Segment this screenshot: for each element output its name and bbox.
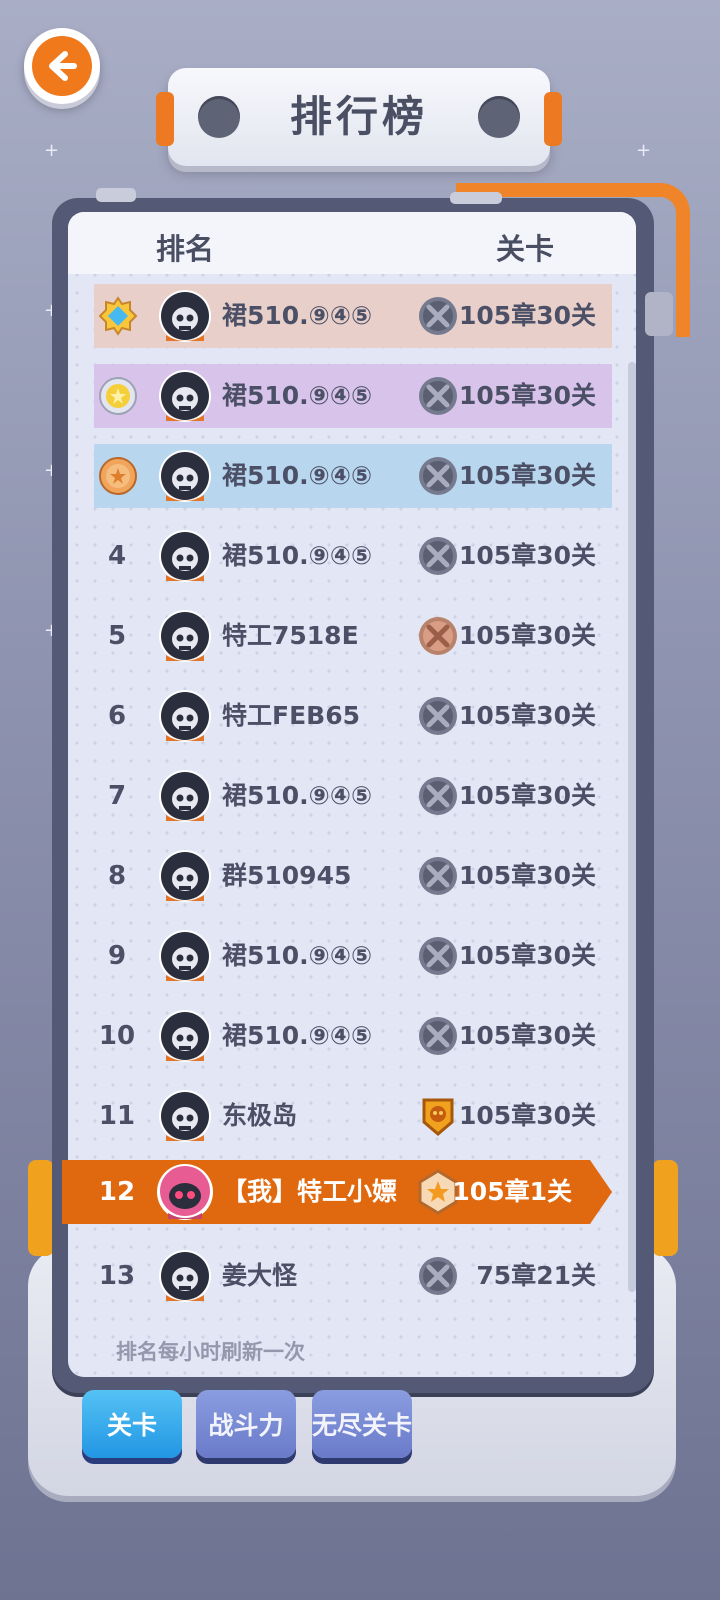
skull-badge-icon [418,296,458,336]
back-button[interactable] [24,28,100,104]
rank-number: 7 [107,781,127,811]
skull-badge-icon [418,776,458,816]
skull-badge-icon [418,1256,458,1296]
rank-number: 10 [98,1021,136,1051]
leaderboard-row[interactable]: 4 裙510.⑨④⑤ 105章30关 [68,524,636,588]
sparkle-decoration: + [44,140,60,161]
player-name: 群510945 [222,861,352,890]
my-rank-row[interactable]: 12 【我】特工小嫖 105章1关 [62,1160,612,1224]
leaderboard-row[interactable]: 13 姜大怪 75章21关 [68,1244,636,1308]
skull-avatar-icon [158,689,212,743]
rank-number: 5 [107,621,127,651]
skull-avatar-icon [158,1009,212,1063]
level-progress: 105章30关 [459,701,596,730]
tab-label: 关卡 [106,1411,157,1440]
leaderboard-row[interactable]: 9 裙510.⑨④⑤ 105章30关 [68,924,636,988]
level-progress: 105章30关 [459,461,596,490]
level-progress: 105章30关 [459,941,596,970]
player-name: 裙510.⑨④⑤ [222,381,373,410]
skull-avatar-icon [158,449,212,503]
bronze-skull-badge-icon [418,616,458,656]
rank-number: 8 [107,861,127,891]
skull-avatar-icon [158,849,212,903]
player-name: 裙510.⑨④⑤ [222,781,373,810]
header-rank: 排名 [156,232,215,266]
level-progress: 105章30关 [459,621,596,650]
level-progress: 105章30关 [459,1101,596,1130]
tray-side-tab [28,1160,54,1256]
level-progress: 105章30关 [459,301,596,330]
level-progress: 105章30关 [459,381,596,410]
rank-number: 9 [107,941,127,971]
rank-number: 13 [98,1261,136,1291]
player-name: 特工FEB65 [222,701,361,730]
pipe-cap [645,292,673,336]
back-arrow-icon [49,51,77,81]
skull-avatar-icon [158,529,212,583]
table-header: 排名 关卡 [68,212,636,274]
skull-avatar-icon [158,929,212,983]
tab-power[interactable]: 战斗力 [196,1390,296,1458]
gold-medal-icon [98,376,138,416]
skull-badge-icon [418,536,458,576]
player-name: 裙510.⑨④⑤ [222,461,373,490]
player-name: 东极岛 [222,1101,298,1130]
level-progress: 105章30关 [459,1021,596,1050]
tab-label: 战斗力 [208,1411,284,1440]
skull-badge-icon [418,936,458,976]
skull-badge-icon [418,1016,458,1056]
player-name: 裙510.⑨④⑤ [222,301,373,330]
diamond-medal-icon [98,296,138,336]
leaderboard-row[interactable]: 裙510.⑨④⑤ 105章30关 [68,284,636,348]
rank-number: 12 [98,1177,136,1207]
pink-avatar-icon [157,1164,213,1220]
title-plate: 排行榜 [156,68,562,166]
player-name: 裙510.⑨④⑤ [222,941,373,970]
rank-number: 11 [98,1101,136,1131]
level-progress: 105章30关 [459,541,596,570]
skull-avatar-icon [158,369,212,423]
player-name: 姜大怪 [222,1261,298,1290]
skull-avatar-icon [158,1249,212,1303]
leaderboard-row[interactable]: 8 群510945 105章30关 [68,844,636,908]
tab-endless[interactable]: 无尽关卡 [312,1390,412,1458]
level-progress: 75章21关 [476,1261,596,1290]
page-title: 排行榜 [289,92,428,141]
skull-avatar-icon [158,289,212,343]
tray-side-tab [652,1160,678,1256]
player-name: 特工7518E [222,621,359,650]
skull-avatar-icon [158,1089,212,1143]
rank-number: 4 [107,541,127,571]
level-progress: 105章30关 [459,781,596,810]
player-name: 【我】特工小嫖 [222,1177,398,1206]
level-progress: 105章1关 [452,1177,572,1206]
level-progress: 105章30关 [459,861,596,890]
leaderboard-row[interactable]: 10 裙510.⑨④⑤ 105章30关 [68,1004,636,1068]
leaderboard-row[interactable]: 7 裙510.⑨④⑤ 105章30关 [68,764,636,828]
tab-stages[interactable]: 关卡 [82,1390,182,1458]
rank-number: 6 [107,701,127,731]
tab-label: 无尽关卡 [312,1411,413,1440]
player-name: 裙510.⑨④⑤ [222,541,373,570]
skull-badge-icon [418,856,458,896]
bronze-medal-icon [98,456,138,496]
leaderboard-row[interactable]: 裙510.⑨④⑤ 105章30关 [68,444,636,508]
sparkle-decoration: + [636,140,652,161]
skull-avatar-icon [158,769,212,823]
skull-badge-icon [418,376,458,416]
refresh-note: 排名每小时刷新一次 [116,1340,305,1364]
leaderboard-row[interactable]: 裙510.⑨④⑤ 105章30关 [68,364,636,428]
gold-shield-badge-icon [418,1096,458,1136]
header-level: 关卡 [496,232,555,266]
skull-badge-icon [418,456,458,496]
skull-badge-icon [418,696,458,736]
leaderboard-row[interactable]: 6 特工FEB65 105章30关 [68,684,636,748]
leaderboard-row[interactable]: 5 特工7518E 105章30关 [68,604,636,668]
leaderboard-row[interactable]: 11 东极岛 105章30关 [68,1084,636,1148]
skull-avatar-icon [158,609,212,663]
player-name: 裙510.⑨④⑤ [222,1021,373,1050]
